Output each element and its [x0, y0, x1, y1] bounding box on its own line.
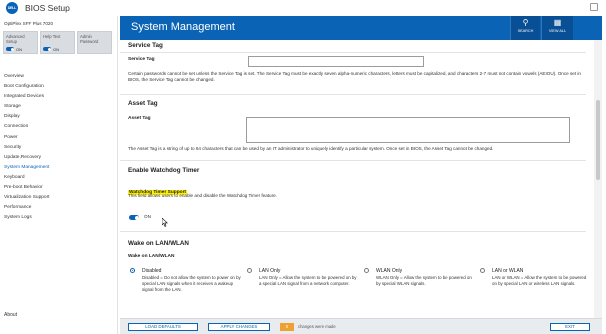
help-text-state: ON — [53, 47, 59, 52]
sidebar-item-connection[interactable]: Connection — [0, 122, 117, 132]
sidebar-item-keyboard[interactable]: Keyboard — [0, 173, 117, 183]
radio-label: WLAN Only — [376, 267, 403, 274]
radio-button[interactable] — [480, 268, 485, 273]
sidebar-item-boot-configuration[interactable]: Boot Configuration — [0, 82, 117, 92]
radio-description: Disabled = Do not allow the system to po… — [142, 275, 241, 292]
dell-logo: DELL — [6, 2, 18, 14]
sidebar-item-storage[interactable]: Storage — [0, 102, 117, 112]
grid-icon: ▦ — [553, 18, 562, 27]
settings-content[interactable]: Service Tag Service Tag Certain password… — [120, 40, 594, 334]
radio-description: LAN Only = Allow the system to be powere… — [259, 275, 357, 286]
mouse-cursor-icon — [162, 218, 168, 227]
radio-label: LAN or WLAN — [492, 267, 524, 274]
sidebar-item-system-logs[interactable]: System Logs — [0, 213, 117, 223]
sidebar-item-security[interactable]: Security — [0, 143, 117, 153]
advanced-setup-toggle[interactable] — [6, 47, 14, 51]
advanced-setup-label: Advanced Setup — [6, 34, 25, 44]
sidebar-item-integrated-devices[interactable]: Integrated Devices — [0, 92, 117, 102]
changes-count-badge: 0 — [280, 323, 294, 331]
asset-tag-heading: Asset Tag — [128, 100, 158, 107]
sidebar: OptiPlex SFF Plus 7020 Advanced Setup ON… — [0, 16, 118, 334]
footer-bar: LOAD DEFAULTS APPLY CHANGES 0 changes we… — [120, 318, 602, 334]
search-icon: ⚲ — [522, 18, 529, 27]
sidebar-item-update-recovery[interactable]: Update,Recovery — [0, 153, 117, 163]
sidebar-nav: Overview Boot Configuration Integrated D… — [0, 72, 117, 223]
wake-on-lan-label: Wake on LAN/WLAN — [128, 254, 175, 259]
admin-password-label: Admin Password — [80, 34, 99, 44]
app-title: BIOS Setup — [25, 3, 70, 13]
radio-description: WLAN Only = Allow the system to be power… — [376, 275, 472, 286]
load-defaults-button[interactable]: LOAD DEFAULTS — [128, 323, 198, 331]
watchdog-description: This field allows users to enable and di… — [128, 193, 277, 198]
main-panel: System Management ⚲ SEARCH ▦ VIEW ALL Se… — [120, 16, 602, 334]
radio-button[interactable] — [247, 268, 252, 273]
watchdog-heading: Enable Watchdog Timer — [128, 167, 200, 174]
apply-changes-button[interactable]: APPLY CHANGES — [208, 323, 270, 331]
asset-tag-input[interactable] — [246, 117, 570, 143]
exit-button[interactable]: EXIT — [550, 323, 590, 331]
divider — [120, 160, 586, 161]
scrollbar-thumb[interactable] — [596, 100, 600, 180]
service-tag-description: Certain passwords cannot be set unless t… — [128, 71, 581, 83]
service-tag-section: Service Tag — [128, 42, 588, 49]
search-label: SEARCH — [517, 29, 534, 33]
sidebar-item-virtualization-support[interactable]: Virtualization Support — [0, 193, 117, 203]
page-header: System Management ⚲ SEARCH ▦ VIEW ALL — [120, 16, 602, 40]
help-text-tile[interactable]: Help Text ON — [40, 31, 75, 54]
about-link[interactable]: About — [4, 312, 17, 318]
search-button[interactable]: ⚲ SEARCH — [510, 16, 540, 40]
changes-status-text: changes were made — [298, 324, 336, 329]
view-all-button[interactable]: ▦ VIEW ALL — [541, 16, 573, 40]
service-tag-heading: Service Tag — [128, 42, 163, 49]
sidebar-item-pre-boot-behavior[interactable]: Pre-boot Behavior — [0, 183, 117, 193]
sidebar-item-overview[interactable]: Overview — [0, 72, 117, 82]
radio-label: LAN Only — [259, 267, 281, 274]
radio-button-selected[interactable] — [130, 268, 135, 273]
advanced-setup-state: ON — [16, 47, 22, 52]
system-model: OptiPlex SFF Plus 7020 — [4, 21, 54, 26]
radio-label: Disabled — [142, 267, 162, 274]
service-tag-input[interactable] — [248, 56, 424, 67]
divider — [120, 52, 586, 53]
help-text-label: Help Text — [43, 34, 61, 39]
asset-tag-section: Asset Tag — [128, 100, 588, 107]
view-all-label: VIEW ALL — [548, 29, 567, 33]
help-text-toggle[interactable] — [43, 47, 51, 51]
radio-button[interactable] — [364, 268, 369, 273]
sidebar-item-performance[interactable]: Performance — [0, 203, 117, 213]
quick-settings: Advanced Setup ON Help Text ON Admin Pas… — [3, 31, 117, 54]
asset-tag-description: The Asset Tag is a string of up to 64 ch… — [128, 146, 494, 151]
sidebar-item-system-management[interactable]: System Management — [0, 163, 117, 173]
title-bar: DELL BIOS Setup — [0, 0, 606, 16]
watchdog-section: Enable Watchdog Timer — [128, 167, 588, 174]
vertical-scrollbar[interactable] — [594, 40, 602, 334]
admin-password-tile[interactable]: Admin Password — [77, 31, 112, 54]
sidebar-item-display[interactable]: Display — [0, 112, 117, 122]
wake-on-lan-section: Wake on LAN/WLAN — [128, 240, 588, 247]
radio-description: LAN or WLAN = Allow the system to be pow… — [492, 275, 587, 286]
window-restore-icon[interactable] — [590, 3, 598, 11]
sidebar-item-power[interactable]: Power — [0, 133, 117, 143]
page-title: System Management — [131, 21, 235, 33]
watchdog-toggle[interactable] — [129, 215, 139, 220]
wake-on-lan-field-row: Wake on LAN/WLAN — [128, 254, 588, 259]
wake-on-lan-heading: Wake on LAN/WLAN — [128, 240, 189, 247]
divider — [120, 94, 586, 95]
advanced-setup-tile[interactable]: Advanced Setup ON — [3, 31, 38, 54]
divider — [120, 231, 586, 232]
